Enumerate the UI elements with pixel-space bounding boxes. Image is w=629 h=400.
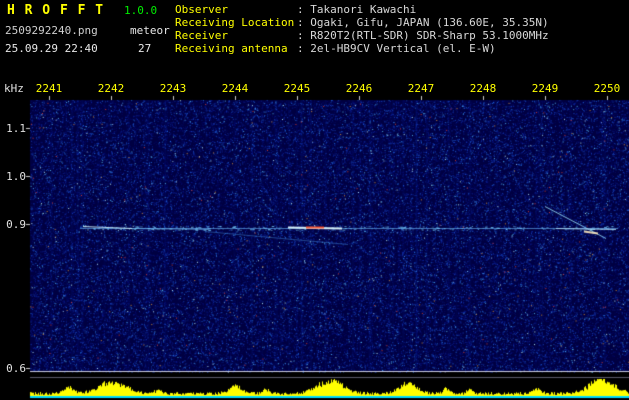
time-label: 2241 <box>35 82 63 95</box>
info-row-observer: Observer : Takanori Kawachi <box>175 3 549 16</box>
time-label: 2243 <box>159 82 187 95</box>
time-label: 2249 <box>531 82 559 95</box>
station-info: Observer : Takanori Kawachi Receiving Lo… <box>175 3 549 55</box>
info-value: : Ogaki, Gifu, JAPAN (136.60E, 35.35N) <box>297 16 549 29</box>
time-label: 2244 <box>221 82 249 95</box>
time-label: 2245 <box>283 82 311 95</box>
app-title: H R O F F T <box>7 3 105 18</box>
spectrogram-section: kHz 2241 2242 2243 2244 2245 2246 2247 2… <box>0 76 629 400</box>
time-label: 2247 <box>407 82 435 95</box>
info-label: Receiving Location <box>175 16 295 29</box>
info-label: Receiver <box>175 29 228 42</box>
mode-label: meteor <box>130 24 170 37</box>
info-value: : 2el-HB9CV Vertical (el. E-W) <box>297 42 496 55</box>
freq-label: 1.1 <box>6 122 26 135</box>
time-label: 2248 <box>469 82 497 95</box>
hrofft-window: H R O F F T 1.0.0 2509292240.png meteor … <box>0 0 629 400</box>
time-label: 2250 <box>593 82 621 95</box>
time-label: 2242 <box>97 82 125 95</box>
info-value: : Takanori Kawachi <box>297 3 417 16</box>
freq-label: 0.9 <box>6 218 26 231</box>
info-label: Receiving antenna <box>175 42 288 55</box>
session-datetime: 25.09.29 22:40 <box>5 42 98 55</box>
output-filename: 2509292240.png <box>5 24 98 37</box>
info-row-antenna: Receiving antenna : 2el-HB9CV Vertical (… <box>175 42 549 55</box>
meteor-count: 27 <box>138 42 152 55</box>
info-label: Observer <box>175 3 228 16</box>
freq-label: 1.0 <box>6 170 26 183</box>
app-version: 1.0.0 <box>124 4 158 17</box>
time-label: 2246 <box>345 82 373 95</box>
spectrogram-canvas <box>0 76 629 400</box>
info-value: : R820T2(RTL-SDR) SDR-Sharp 53.1000MHz <box>297 29 549 42</box>
freq-label: 0.6 <box>6 362 26 375</box>
info-row-location: Receiving Location : Ogaki, Gifu, JAPAN … <box>175 16 549 29</box>
info-row-receiver: Receiver : R820T2(RTL-SDR) SDR-Sharp 53.… <box>175 29 549 42</box>
